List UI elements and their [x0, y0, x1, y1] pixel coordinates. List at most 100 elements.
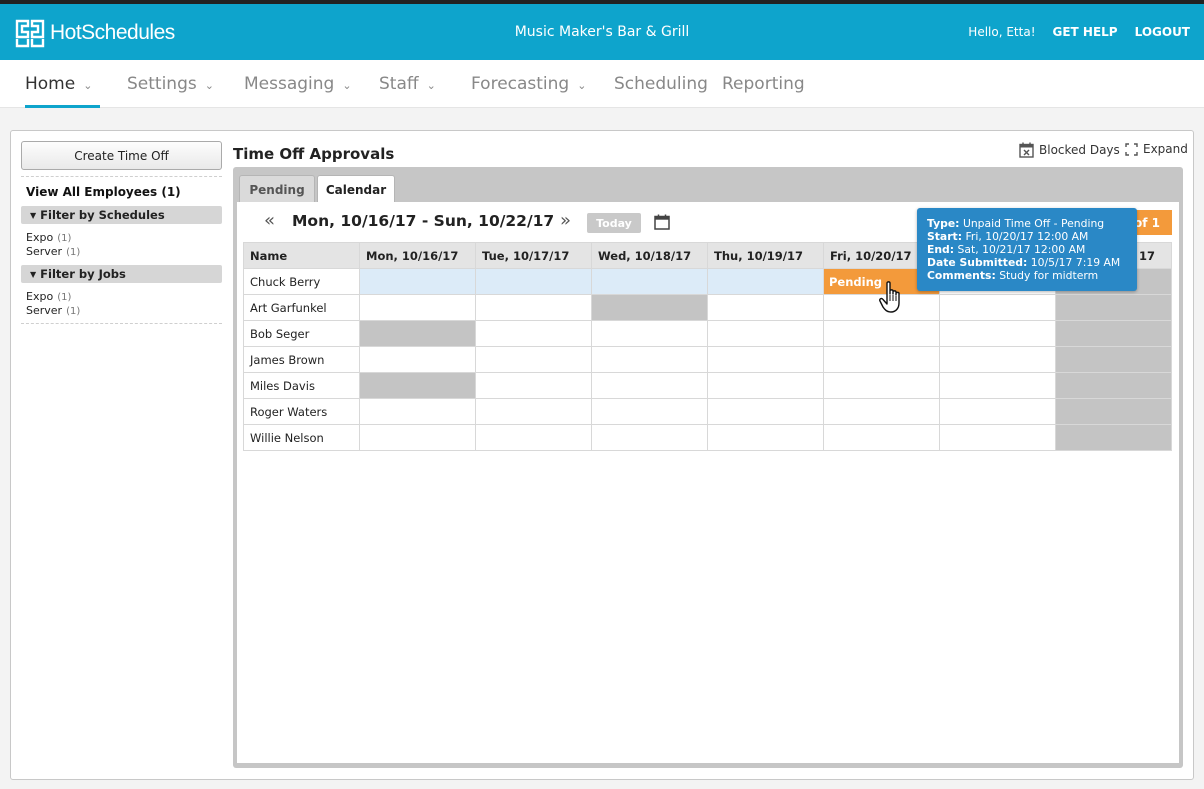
- hotschedules-logo-icon: [15, 19, 45, 48]
- nav-settings[interactable]: Settings ⌄: [127, 60, 214, 108]
- day-cell[interactable]: [475, 372, 592, 399]
- employee-name: James Brown: [243, 346, 360, 373]
- day-cell[interactable]: [707, 268, 824, 295]
- table-row: Bob Seger: [243, 320, 1172, 347]
- day-cell[interactable]: [475, 294, 592, 321]
- day-cell[interactable]: [939, 372, 1056, 399]
- tab-calendar[interactable]: Calendar: [317, 175, 395, 203]
- column-header: Name: [243, 242, 360, 269]
- nav-forecasting-label: Forecasting: [471, 74, 570, 94]
- day-cell[interactable]: [939, 424, 1056, 451]
- blocked-days-label: Blocked Days: [1039, 143, 1120, 157]
- get-help-link[interactable]: GET HELP: [1053, 25, 1118, 39]
- day-cell[interactable]: [475, 268, 592, 295]
- column-header: Tue, 10/17/17: [475, 242, 592, 269]
- expand-button[interactable]: Expand: [1125, 142, 1188, 156]
- day-cell[interactable]: [939, 398, 1056, 425]
- day-cell[interactable]: [707, 320, 824, 347]
- previous-week-icon[interactable]: «: [264, 210, 275, 231]
- time-off-tooltip: Type: Unpaid Time Off - Pending Start: F…: [917, 208, 1137, 291]
- hotschedules-logo[interactable]: HotSchedules: [14, 16, 175, 50]
- expand-icon: [1125, 142, 1138, 156]
- schedule-filter-expo[interactable]: Expo (1): [26, 231, 71, 244]
- filter-count: (1): [66, 247, 81, 258]
- day-cell[interactable]: [591, 346, 708, 373]
- view-all-employees-link[interactable]: View All Employees (1): [26, 185, 181, 199]
- day-cell[interactable]: [707, 398, 824, 425]
- nav-staff[interactable]: Staff ⌄: [379, 60, 436, 108]
- day-cell[interactable]: [707, 424, 824, 451]
- next-week-icon[interactable]: »: [560, 210, 571, 231]
- tab-pending[interactable]: Pending: [239, 175, 315, 203]
- day-cell[interactable]: [591, 320, 708, 347]
- day-cell[interactable]: [823, 398, 940, 425]
- tooltip-value: Fri, 10/20/17 12:00 AM: [965, 230, 1089, 243]
- nav-home[interactable]: Home ⌄: [25, 60, 100, 108]
- day-cell[interactable]: [359, 398, 476, 425]
- table-row: James Brown: [243, 346, 1172, 373]
- schedule-filter-server[interactable]: Server (1): [26, 245, 80, 258]
- day-cell[interactable]: [359, 346, 476, 373]
- blocked-day-cell: [1055, 372, 1172, 399]
- day-cell[interactable]: [475, 320, 592, 347]
- day-cell[interactable]: [823, 346, 940, 373]
- nav-staff-label: Staff: [379, 74, 419, 94]
- hand-pointer-icon: [879, 281, 905, 319]
- day-cell[interactable]: [707, 346, 824, 373]
- day-cell[interactable]: [823, 424, 940, 451]
- filter-count: (1): [57, 292, 72, 303]
- day-cell[interactable]: [591, 398, 708, 425]
- chevron-down-icon: ⌄: [204, 78, 214, 92]
- day-cell[interactable]: [707, 372, 824, 399]
- job-filter-server[interactable]: Server (1): [26, 304, 80, 317]
- tooltip-end: End: Sat, 10/21/17 12:00 AM: [927, 243, 1127, 256]
- table-row: Willie Nelson: [243, 424, 1172, 451]
- table-row: Miles Davis: [243, 372, 1172, 399]
- nav-scheduling-label: Scheduling: [614, 74, 708, 94]
- tooltip-label: Comments:: [927, 269, 996, 282]
- day-cell[interactable]: [939, 294, 1056, 321]
- filter-label: Expo: [26, 290, 54, 303]
- calendar-x-icon: [1019, 142, 1034, 158]
- day-cell[interactable]: [939, 320, 1056, 347]
- day-cell[interactable]: [475, 424, 592, 451]
- employee-name: Roger Waters: [243, 398, 360, 425]
- top-bar: HotSchedules Music Maker's Bar & Grill H…: [0, 0, 1204, 60]
- day-cell[interactable]: [359, 294, 476, 321]
- day-cell[interactable]: [823, 320, 940, 347]
- calendar-picker-icon[interactable]: [654, 214, 670, 234]
- today-button[interactable]: Today: [587, 213, 641, 233]
- filter-by-jobs-header[interactable]: ▼ Filter by Jobs: [21, 265, 222, 283]
- nav-reporting-label: Reporting: [722, 74, 805, 94]
- day-cell[interactable]: [591, 424, 708, 451]
- blocked-days-button[interactable]: Blocked Days: [1019, 142, 1120, 158]
- nav-scheduling[interactable]: Scheduling: [614, 60, 708, 108]
- job-filter-expo[interactable]: Expo (1): [26, 290, 71, 303]
- nav-messaging[interactable]: Messaging ⌄: [244, 60, 352, 108]
- day-cell[interactable]: [707, 294, 824, 321]
- tooltip-comments: Comments: Study for midterm: [927, 269, 1127, 282]
- day-cell[interactable]: [823, 372, 940, 399]
- date-range: Mon, 10/16/17 - Sun, 10/22/17: [292, 212, 555, 230]
- create-time-off-button[interactable]: Create Time Off: [21, 141, 222, 170]
- day-cell[interactable]: [359, 268, 476, 295]
- divider: [21, 176, 222, 177]
- blocked-day-cell: [359, 372, 476, 399]
- chevron-down-icon: ⌄: [426, 78, 436, 92]
- filter-by-schedules-header[interactable]: ▼ Filter by Schedules: [21, 206, 222, 224]
- day-cell[interactable]: [591, 372, 708, 399]
- day-cell[interactable]: [475, 346, 592, 373]
- day-cell[interactable]: [939, 346, 1056, 373]
- day-cell[interactable]: [475, 398, 592, 425]
- triangle-down-icon: ▼: [30, 210, 37, 220]
- nav-forecasting[interactable]: Forecasting ⌄: [471, 60, 586, 108]
- filter-label: Server: [26, 304, 63, 317]
- tooltip-label: Start:: [927, 230, 963, 243]
- day-cell[interactable]: [591, 268, 708, 295]
- day-cell[interactable]: [359, 424, 476, 451]
- logout-link[interactable]: LOGOUT: [1135, 25, 1190, 39]
- tooltip-submitted: Date Submitted: 10/5/17 7:19 AM: [927, 256, 1127, 269]
- nav-reporting[interactable]: Reporting: [722, 60, 805, 108]
- blocked-day-cell: [359, 320, 476, 347]
- filter-label: Server: [26, 245, 63, 258]
